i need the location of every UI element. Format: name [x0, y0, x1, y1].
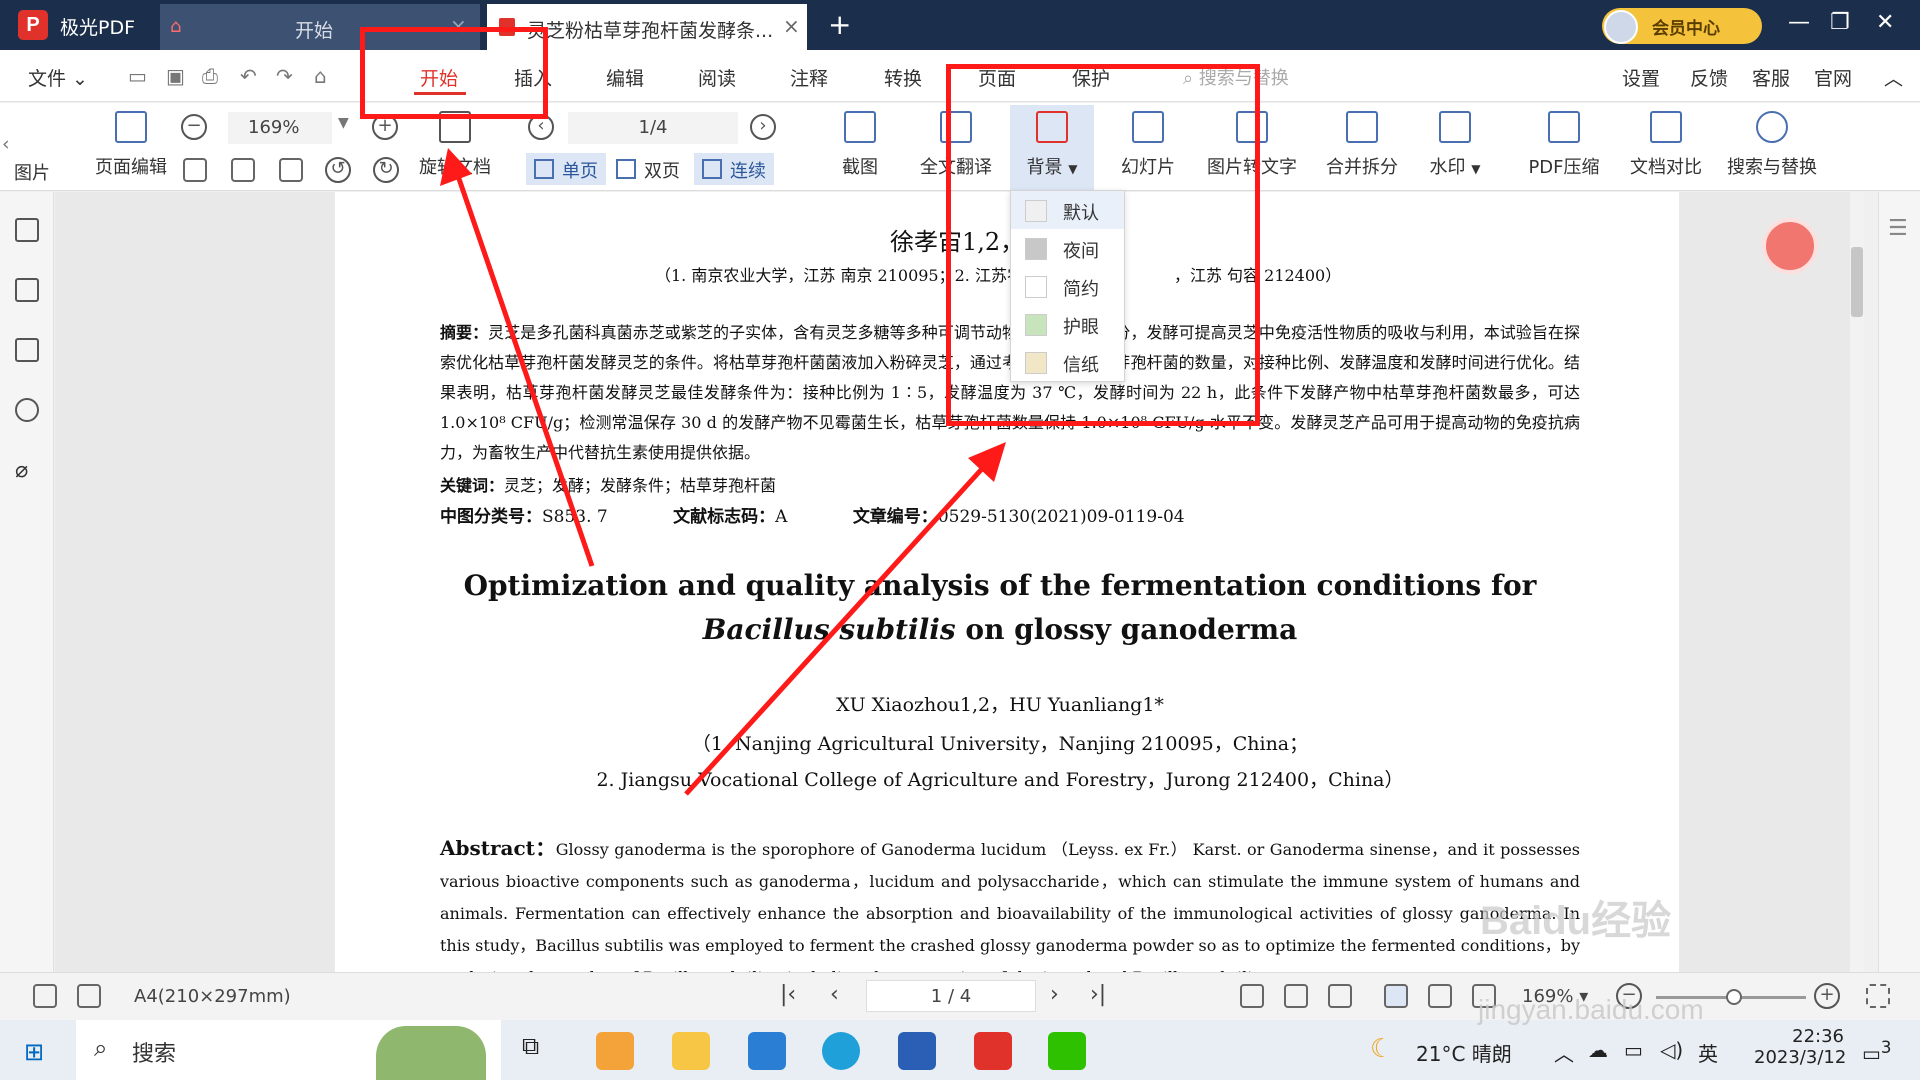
annotation-arrow-2 — [684, 458, 992, 796]
annotation-arrowhead-1 — [440, 148, 472, 186]
watermark-url: jingyan.baidu.com — [1478, 994, 1704, 1025]
annotation-arrow-1 — [453, 169, 595, 567]
watermark-brand: Baidu经验 — [1480, 899, 1672, 943]
